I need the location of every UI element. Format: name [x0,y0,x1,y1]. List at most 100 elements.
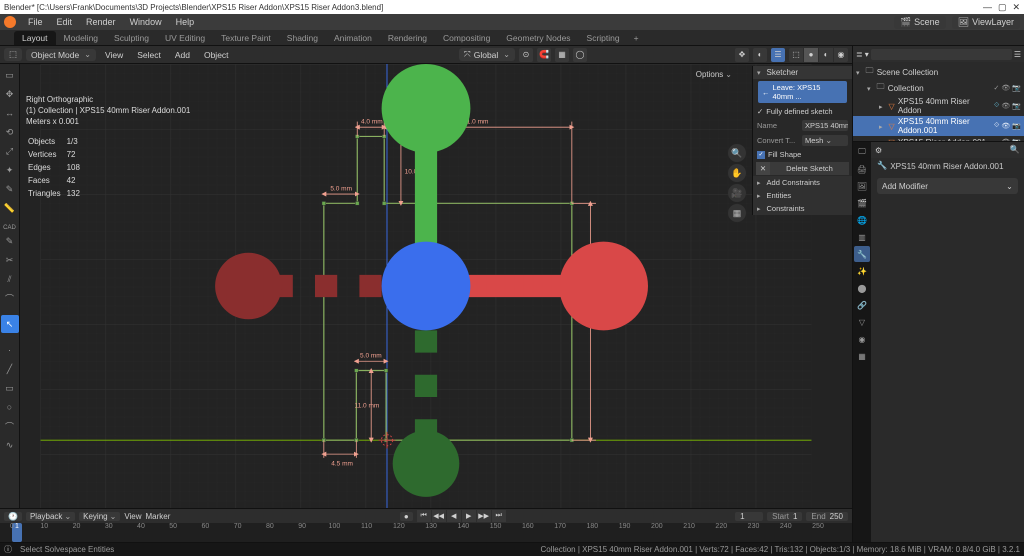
prop-tab-modifiers[interactable]: 🔧 [854,246,870,262]
shading-wireframe[interactable]: ⬚ [789,48,803,62]
prop-tab-constraints[interactable]: 🔗 [854,297,870,313]
timeline-menu-view[interactable]: View [124,512,141,521]
navigation-gizmo[interactable] [0,64,852,508]
prop-tab-object[interactable]: ▥ [854,229,870,245]
fill-shape-checkbox[interactable]: ✓ [757,151,765,159]
hide-viewport-icon[interactable]: 👁 [1001,84,1010,92]
perspective-toggle[interactable]: ▦ [728,204,746,222]
timeline-ruler[interactable]: 1 01020304050607080901001101201301401501… [0,523,852,542]
prop-tab-viewlayer[interactable]: 🖼 [854,178,870,194]
transport-next-key[interactable]: ▶▶ [477,510,491,522]
workspace-tab-texture-paint[interactable]: Texture Paint [213,31,279,45]
section-constraints[interactable]: Constraints [753,202,852,215]
outliner-collection[interactable]: 🗀 Collection ✓👁📷 [853,80,1024,96]
timeline-menu-playback[interactable]: Playback [26,512,75,521]
hold-icon[interactable]: ⟐ [994,102,1000,110]
workspace-tab-layout[interactable]: Layout [14,31,56,45]
prop-tab-world[interactable]: 🌐 [854,212,870,228]
sketch-name-input[interactable]: XPS15 40mm ... [802,120,848,131]
delete-sketch-x[interactable]: ✕ [756,162,770,175]
autokey-toggle[interactable]: ● [400,512,413,521]
snap-toggle[interactable]: 🧲 [537,48,551,62]
snap-target[interactable]: ▦ [555,48,569,62]
current-frame-input[interactable]: 1 [735,512,763,521]
leave-sketch-button[interactable]: ← Leave: XPS15 40mm ... [758,81,847,103]
transport-jump-start[interactable]: ⏮ [417,510,431,522]
render-toggle-icon[interactable]: 📷 [1012,138,1021,141]
convert-type-select[interactable]: Mesh [802,135,848,146]
outliner-scene-collection[interactable]: 🗀 Scene Collection [853,64,1024,80]
workspace-tab-shading[interactable]: Shading [279,31,326,45]
menu-help[interactable]: Help [170,16,201,28]
transport-play[interactable]: ▶ [462,510,476,522]
render-toggle-icon[interactable]: 📷 [1012,84,1021,92]
outliner-editor-selector[interactable]: ≣ [856,50,863,59]
prop-tab-texture[interactable]: ▦ [854,348,870,364]
viewport-menu-object[interactable]: Object [199,49,234,61]
outliner-display-mode[interactable]: ▾ [865,50,869,59]
prop-tab-data[interactable]: ▽ [854,314,870,330]
gizmo-toggle[interactable]: ✥ [735,48,749,62]
xray-toggle[interactable]: ☰ [771,48,785,62]
properties-editor-selector[interactable]: ⚙ [875,145,882,155]
workspace-tab-scripting[interactable]: Scripting [579,31,628,45]
pivot-selector[interactable]: ⊙ [519,48,533,62]
viewport-menu-select[interactable]: Select [132,49,166,61]
window-close-button[interactable]: ✕ [1012,2,1020,13]
pan-button[interactable]: ✋ [728,164,746,182]
section-entities[interactable]: Entities [753,189,852,202]
start-frame-input[interactable]: Start1 [767,512,802,521]
workspace-tab-geometry-nodes[interactable]: Geometry Nodes [498,31,578,45]
prop-tab-material[interactable]: ◉ [854,331,870,347]
render-toggle-icon[interactable]: 📷 [1012,122,1021,130]
viewlayer-selector[interactable]: 🖼 ViewLayer [952,16,1020,29]
prop-tab-output[interactable]: 🖨 [854,161,870,177]
add-modifier-button[interactable]: Add Modifier ⌄ [877,178,1018,194]
npanel-category[interactable]: Sketcher [767,68,799,77]
proportional-edit[interactable]: ◯ [573,48,587,62]
hide-viewport-icon[interactable]: 👁 [1001,122,1010,130]
scene-selector[interactable]: 🎬 Scene [894,16,946,29]
shading-rendered[interactable]: ◉ [834,48,848,62]
hold-icon[interactable]: ⟐ [994,122,1000,130]
zoom-button[interactable]: 🔍 [728,144,746,162]
timeline-editor-selector[interactable]: 🕐 [4,512,22,521]
workspace-tab-sculpting[interactable]: Sculpting [106,31,157,45]
menu-render[interactable]: Render [80,16,122,28]
workspace-tab-compositing[interactable]: Compositing [435,31,498,45]
editor-type-selector[interactable]: ⬚ [4,48,22,61]
shading-solid[interactable]: ● [804,48,818,62]
window-maximize-button[interactable]: ▢ [998,2,1007,13]
outliner-item-selected[interactable]: ▽ XPS15 40mm Riser Addon.001 ⟐👁📷 [853,116,1024,136]
workspace-tab-uv-editing[interactable]: UV Editing [157,31,213,45]
prop-tab-scene[interactable]: 🎬 [854,195,870,211]
prop-tab-physics[interactable]: ⬤ [854,280,870,296]
end-frame-input[interactable]: End250 [806,512,848,521]
timeline-menu-keying[interactable]: Keying [79,512,120,521]
outliner-item[interactable]: ▽ XPS15 Riser Addon.001 👁📷 [853,136,1024,141]
hide-viewport-icon[interactable]: 👁 [1001,138,1010,141]
transport-jump-end[interactable]: ⏭ [492,510,506,522]
workspace-tab-modeling[interactable]: Modeling [56,31,107,45]
section-add-constraints[interactable]: Add Constraints [753,176,852,189]
menu-edit[interactable]: Edit [51,16,79,28]
workspace-add-button[interactable]: + [628,31,645,45]
restrict-select-icon[interactable]: ✓ [994,84,1000,92]
outliner-item[interactable]: ▽ XPS15 40mm Riser Addon ⟐👁📷 [853,96,1024,116]
shading-material[interactable]: ◐ [819,48,833,62]
delete-sketch-button[interactable]: Delete Sketch [770,162,849,175]
workspace-tab-animation[interactable]: Animation [326,31,380,45]
render-toggle-icon[interactable]: 📷 [1012,102,1021,110]
timeline-menu-marker[interactable]: Marker [146,512,171,521]
prop-tab-particles[interactable]: ✨ [854,263,870,279]
menu-file[interactable]: File [22,16,49,28]
overlay-toggle[interactable]: ◐ [753,48,767,62]
transform-orientation[interactable]: ⤧ Global [459,48,515,61]
menu-window[interactable]: Window [124,16,168,28]
prop-tab-render[interactable]: 🖵 [854,144,870,160]
outliner-filter-button[interactable]: ☰ [1014,50,1021,59]
transport-play-rev[interactable]: ◀ [447,510,461,522]
transport-prev-key[interactable]: ◀◀ [432,510,446,522]
properties-search[interactable]: 🔍 [1010,145,1020,155]
outliner-search-input[interactable] [871,49,1012,60]
